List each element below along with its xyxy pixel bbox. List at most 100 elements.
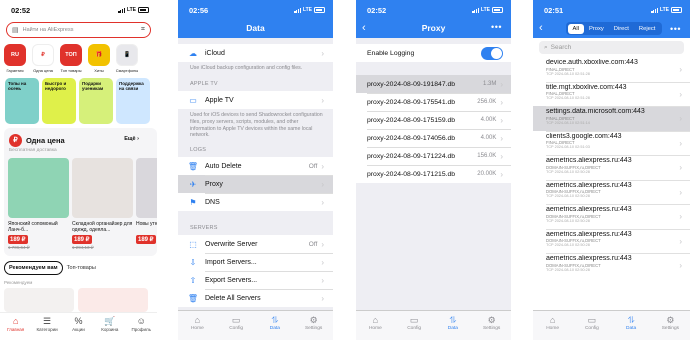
camera-search-icon[interactable]: ⌗ [141,26,145,34]
tab-data[interactable]: ⥮ Data [260,315,290,340]
product-card[interactable]: Складной органайзер для одежд, одеяла...… [72,158,133,251]
tab-home[interactable]: ⌂ Home [182,315,212,340]
category-label: Хиты [94,68,104,73]
row-import-servers-[interactable]: ⇩ Import Servers... › [178,253,333,271]
promo-card[interactable]: Быстро и недорого [42,78,76,124]
row-proxy[interactable]: ✈ Proxy › [178,175,333,193]
network-label: LTE [480,7,490,13]
row-export-servers-[interactable]: ⇧ Export Servers... › [178,271,333,289]
search-input[interactable]: ▤ Найти на AliExpress ⌗ [6,22,151,38]
tab-recommended[interactable]: Рекомендуем вам [4,261,63,275]
network-label: LTE [302,7,312,13]
segment-proxy[interactable]: Proxy [584,24,609,34]
nav-bar: 02:52 LTE ‹ Proxy ••• [356,0,511,38]
back-chevron-icon[interactable]: ‹ [539,20,543,36]
segment-all[interactable]: All [567,23,584,34]
icloud-row[interactable]: ☁ iCloud › [178,44,333,62]
category-item[interactable]: 🎁 Хиты [87,44,111,73]
menu-icon[interactable]: ▤ [12,26,19,34]
data-icon: ⥮ [449,315,457,325]
promo-card[interactable]: Поддержка на связи [116,78,150,124]
category-item[interactable]: ₽ Одна цена [31,44,55,73]
chevron-right-icon: › [500,115,503,125]
product-card[interactable]: Японский сопомоный Ланч-б... 189 ₽1 706,6… [8,158,69,251]
connection-row[interactable]: aemetrics.aliexpress.ru:443 DOMAIN-SUFFIX… [533,204,690,229]
ruble-icon: ₽ [9,134,22,147]
category-item[interactable]: 📱 Смартфоны [115,44,139,73]
connection-meta: TCP 2024-08-10 02:50:28 [546,243,590,247]
log-file-row[interactable]: proxy-2024-08-09-191847.db 1.3M › [356,75,511,93]
more-icon[interactable]: ••• [491,20,502,34]
file-name: proxy-2024-08-09-171224.db [367,152,456,160]
tab-Категории[interactable]: ☰ Категории [33,316,61,340]
tab-Профиль[interactable]: ☺ Профиль [127,316,155,340]
connection-meta: TCP 2024-08-10 02:50:28 [546,194,590,198]
tab-config[interactable]: ▭ Config [221,315,251,340]
promo-card[interactable]: Топы на осень [5,78,39,124]
enable-logging-toggle[interactable] [481,46,503,60]
reco-thumb[interactable] [4,288,74,312]
search-input[interactable]: ⌕ Search [539,41,684,54]
one-price-section[interactable]: ₽ Одна цена Бесплатная доставка Ещё › Яп… [4,128,157,256]
tab-Корзина[interactable]: 🛒 Корзина [96,316,124,340]
log-file-row[interactable]: proxy-2024-08-09-174056.db 4.00K › [356,129,511,147]
segment-reject[interactable]: Reject [634,24,660,34]
log-file-row[interactable]: proxy-2024-08-09-171224.db 156.0K › [356,147,511,165]
tab-Главная[interactable]: ⌂ Главная [2,316,30,340]
tab-top-products[interactable]: Топ-товары [67,265,96,271]
more-link[interactable]: Ещё › [124,136,139,142]
row-overwrite-server[interactable]: ⬚ Overwrite Server Off › [178,235,333,253]
product-card[interactable]: Новы утюж... 189 ₽ [136,158,157,251]
connection-row[interactable]: aemetrics.aliexpress.ru:443 DOMAIN-SUFFIX… [533,253,690,278]
status-bar: 02:52 LTE [356,0,511,20]
file-size: 1.3M [482,81,497,87]
tab-settings[interactable]: ⚙ Settings [299,315,329,340]
row-icon: ⇩ [189,257,197,267]
tab-home[interactable]: ⌂ Home [360,315,390,340]
connection-row[interactable]: aemetrics.aliexpress.ru:443 DOMAIN-SUFFIX… [533,228,690,254]
log-file-row[interactable]: proxy-2024-08-09-171215.db 20.00K › [356,165,511,183]
recommendations: Рекомендуем [4,280,153,312]
logs-header: LOGS [190,147,207,153]
chevron-right-icon: › [500,169,503,179]
battery-icon [492,7,503,13]
chevron-right-icon: › [679,138,682,148]
tab-data[interactable]: ⥮ Data [438,315,468,340]
cloud-icon: ☁ [189,48,197,58]
category-item[interactable]: ТОП Топ товары [59,44,83,73]
reco-thumb[interactable] [78,288,148,312]
search-placeholder: Найти на AliExpress [22,27,74,33]
row-dns[interactable]: ⚑ DNS › [178,193,333,211]
tab-Акции[interactable]: % Акции [64,316,92,340]
tab-config[interactable]: ▭ Config [399,315,429,340]
product-price: 189 ₽ [136,235,156,244]
tab-data[interactable]: ⥮ Data [616,315,646,340]
file-size: 4.00K [480,135,497,141]
log-file-row[interactable]: proxy-2024-08-09-175159.db 4.00K › [356,111,511,129]
row-label: Overwrite Server [205,240,258,248]
product-price: 189 ₽ [8,235,28,244]
connection-row[interactable]: title.mgt.xboxlive.com:443 FINAL,DIRECT TC… [533,81,690,107]
tab-settings[interactable]: ⚙ Settings [655,315,685,340]
tab-home[interactable]: ⌂ Home [538,315,568,340]
log-file-row[interactable]: proxy-2024-08-09-175541.db 256.0K › [356,93,511,111]
segment-direct[interactable]: Direct [609,24,634,34]
category-item[interactable]: RU Гарантия [3,44,27,73]
chevron-right-icon: › [679,114,682,123]
more-icon[interactable]: ••• [670,22,681,36]
connection-row[interactable]: clients3.google.com:443 FINAL,DIRECT TCP 2… [533,130,690,156]
promo-card[interactable]: Подарки ученикам [79,78,113,124]
connection-row[interactable]: device.auth.xboxlive.com:443 FINAL,DIRECT… [533,57,690,82]
connection-row[interactable]: aemetrics.aliexpress.ru:443 DOMAIN-SUFFIX… [533,155,690,180]
tab-settings[interactable]: ⚙ Settings [477,315,507,340]
row-delete-all-servers[interactable]: 🗑 Delete All Servers › [178,289,333,307]
tab-config[interactable]: ▭ Config [577,315,607,340]
apple-tv-row[interactable]: ▭ Apple TV › [178,91,333,109]
row-auto-delete[interactable]: 🗑 Auto Delete Off › [178,157,333,175]
connection-row[interactable]: aemetrics.aliexpress.ru:443 DOMAIN-SUFFIX… [533,179,690,205]
row-label: Export Servers... [205,276,258,284]
category-strip: RU Гарантия ₽ Одна цена ТОП Топ товары 🎁 Хиты 📱 С… [3,44,157,73]
status-bar: 02:52 LTE [0,0,157,20]
row-icon: 🗑 [187,161,199,171]
connection-row[interactable]: settings.data.microsoft.com:443 FINAL,DIR… [533,106,690,131]
